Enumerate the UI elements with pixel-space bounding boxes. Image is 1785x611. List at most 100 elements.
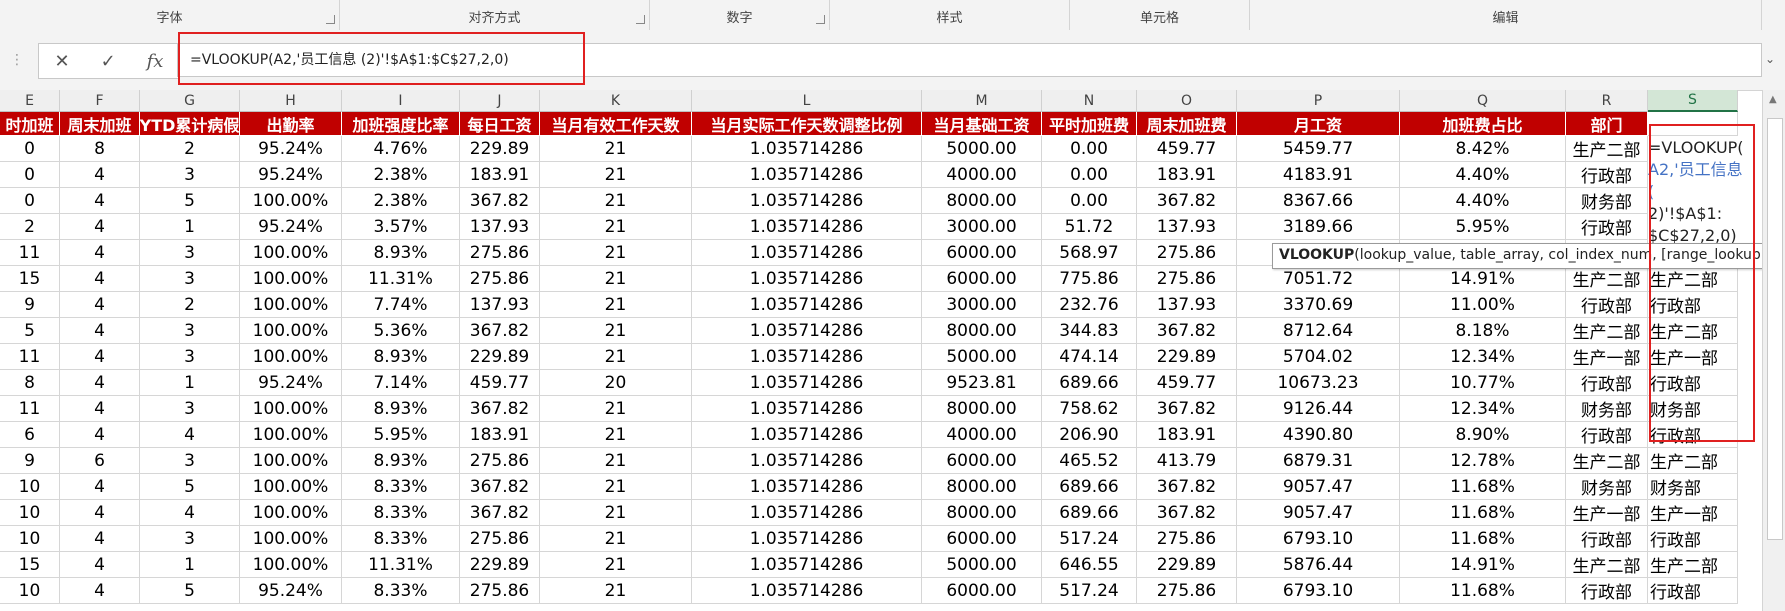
table-cell[interactable]: 1.035714286 <box>692 370 922 396</box>
table-cell[interactable]: 4 <box>60 500 140 526</box>
table-cell[interactable]: 21 <box>540 188 692 214</box>
table-cell[interactable]: 3 <box>140 266 240 292</box>
table-cell[interactable]: 100.00% <box>240 318 342 344</box>
table-cell[interactable]: 275.86 <box>1137 526 1237 552</box>
table-cell[interactable]: 8000.00 <box>922 318 1042 344</box>
table-cell[interactable]: 21 <box>540 136 692 162</box>
table-cell[interactable]: 8367.66 <box>1237 188 1400 214</box>
table-cell[interactable]: 344.83 <box>1042 318 1137 344</box>
table-cell[interactable]: 3.57% <box>342 214 460 240</box>
header-cell[interactable]: 当月有效工作天数 <box>540 112 692 136</box>
table-cell[interactable]: 6000.00 <box>922 266 1042 292</box>
table-cell[interactable]: 4 <box>60 266 140 292</box>
table-cell[interactable]: 1.035714286 <box>692 240 922 266</box>
table-cell[interactable]: 21 <box>540 578 692 604</box>
table-cell[interactable]: 100.00% <box>240 266 342 292</box>
table-cell[interactable]: 183.91 <box>1137 422 1237 448</box>
table-cell[interactable]: 5000.00 <box>922 136 1042 162</box>
table-cell[interactable]: 11.00% <box>1400 292 1566 318</box>
table-cell[interactable]: 275.86 <box>460 448 540 474</box>
table-cell[interactable]: 275.86 <box>460 266 540 292</box>
table-cell[interactable]: 137.93 <box>460 214 540 240</box>
table-cell[interactable]: 行政部 <box>1648 578 1738 604</box>
table-cell[interactable]: 21 <box>540 214 692 240</box>
table-cell[interactable]: 8.93% <box>342 396 460 422</box>
table-cell[interactable]: 4 <box>60 526 140 552</box>
table-cell[interactable]: 100.00% <box>240 422 342 448</box>
table-cell[interactable]: 758.62 <box>1042 396 1137 422</box>
table-cell[interactable]: 11.68% <box>1400 526 1566 552</box>
header-cell[interactable]: 平时加班费 <box>1042 112 1137 136</box>
table-cell[interactable]: 10 <box>0 578 60 604</box>
table-cell[interactable]: 8.42% <box>1400 136 1566 162</box>
table-cell[interactable]: 459.77 <box>1137 370 1237 396</box>
table-cell[interactable]: 367.82 <box>1137 318 1237 344</box>
table-cell[interactable]: 0.00 <box>1042 136 1137 162</box>
table-cell[interactable]: 11.31% <box>342 266 460 292</box>
column-header-j[interactable]: J <box>460 90 540 112</box>
table-cell[interactable]: 7.14% <box>342 370 460 396</box>
table-cell[interactable]: 4 <box>60 162 140 188</box>
table-cell[interactable]: 0.00 <box>1042 188 1137 214</box>
table-cell[interactable]: 8000.00 <box>922 396 1042 422</box>
table-cell[interactable]: 1.035714286 <box>692 214 922 240</box>
header-cell[interactable]: 加班强度比率 <box>342 112 460 136</box>
table-cell[interactable]: 367.82 <box>460 188 540 214</box>
table-cell[interactable]: 14.91% <box>1400 552 1566 578</box>
table-cell[interactable]: 1.035714286 <box>692 136 922 162</box>
table-cell[interactable]: 9 <box>0 292 60 318</box>
table-cell[interactable]: 2 <box>0 214 60 240</box>
table-cell[interactable]: 95.24% <box>240 136 342 162</box>
header-cell[interactable]: 时加班 <box>0 112 60 136</box>
table-cell[interactable]: 275.86 <box>460 526 540 552</box>
table-cell[interactable]: 10.77% <box>1400 370 1566 396</box>
table-cell[interactable]: 95.24% <box>240 162 342 188</box>
table-cell[interactable]: 100.00% <box>240 526 342 552</box>
table-cell[interactable]: 1.035714286 <box>692 162 922 188</box>
table-cell[interactable]: 517.24 <box>1042 526 1137 552</box>
table-cell[interactable]: 1.035714286 <box>692 344 922 370</box>
table-cell[interactable]: 5 <box>140 188 240 214</box>
table-cell[interactable]: 21 <box>540 318 692 344</box>
column-header-p[interactable]: P <box>1237 90 1400 112</box>
table-cell[interactable]: 137.93 <box>1137 214 1237 240</box>
table-cell[interactable]: 4.76% <box>342 136 460 162</box>
table-cell[interactable]: 6000.00 <box>922 578 1042 604</box>
dialog-launcher-icon[interactable] <box>636 15 645 24</box>
table-cell[interactable]: 1.035714286 <box>692 422 922 448</box>
table-cell[interactable]: 5 <box>0 318 60 344</box>
table-cell[interactable]: 11 <box>0 240 60 266</box>
column-header-k[interactable]: K <box>540 90 692 112</box>
table-cell[interactable]: 2 <box>140 136 240 162</box>
tooltip-function-name[interactable]: VLOOKUP <box>1279 247 1354 263</box>
table-cell[interactable]: 100.00% <box>240 240 342 266</box>
table-cell[interactable]: 183.91 <box>460 422 540 448</box>
table-cell[interactable]: 11 <box>0 396 60 422</box>
column-header-q[interactable]: Q <box>1400 90 1566 112</box>
table-cell[interactable]: 5 <box>140 474 240 500</box>
table-cell[interactable]: 6793.10 <box>1237 526 1400 552</box>
table-cell[interactable]: 100.00% <box>240 396 342 422</box>
column-header-g[interactable]: G <box>140 90 240 112</box>
table-cell[interactable]: 行政部 <box>1648 526 1738 552</box>
table-cell[interactable]: 229.89 <box>460 552 540 578</box>
enter-icon[interactable]: ✓ <box>101 51 116 72</box>
table-cell[interactable]: 367.82 <box>460 318 540 344</box>
dialog-launcher-icon[interactable] <box>816 15 825 24</box>
table-cell[interactable]: 8000.00 <box>922 188 1042 214</box>
table-cell[interactable]: 8712.64 <box>1237 318 1400 344</box>
table-cell[interactable]: 21 <box>540 526 692 552</box>
table-cell[interactable]: 367.82 <box>1137 396 1237 422</box>
table-cell[interactable]: 459.77 <box>1137 136 1237 162</box>
table-cell[interactable]: 1.035714286 <box>692 396 922 422</box>
table-cell[interactable]: 财务部 <box>1566 474 1648 500</box>
table-cell[interactable]: 8 <box>0 370 60 396</box>
table-cell[interactable]: 8000.00 <box>922 474 1042 500</box>
table-cell[interactable]: 1.035714286 <box>692 318 922 344</box>
table-cell[interactable]: 行政部 <box>1566 162 1648 188</box>
table-cell[interactable]: 5704.02 <box>1237 344 1400 370</box>
column-header-n[interactable]: N <box>1042 90 1137 112</box>
table-cell[interactable]: 4 <box>60 214 140 240</box>
table-cell[interactable]: 生产二部 <box>1566 552 1648 578</box>
table-cell[interactable]: 8.90% <box>1400 422 1566 448</box>
